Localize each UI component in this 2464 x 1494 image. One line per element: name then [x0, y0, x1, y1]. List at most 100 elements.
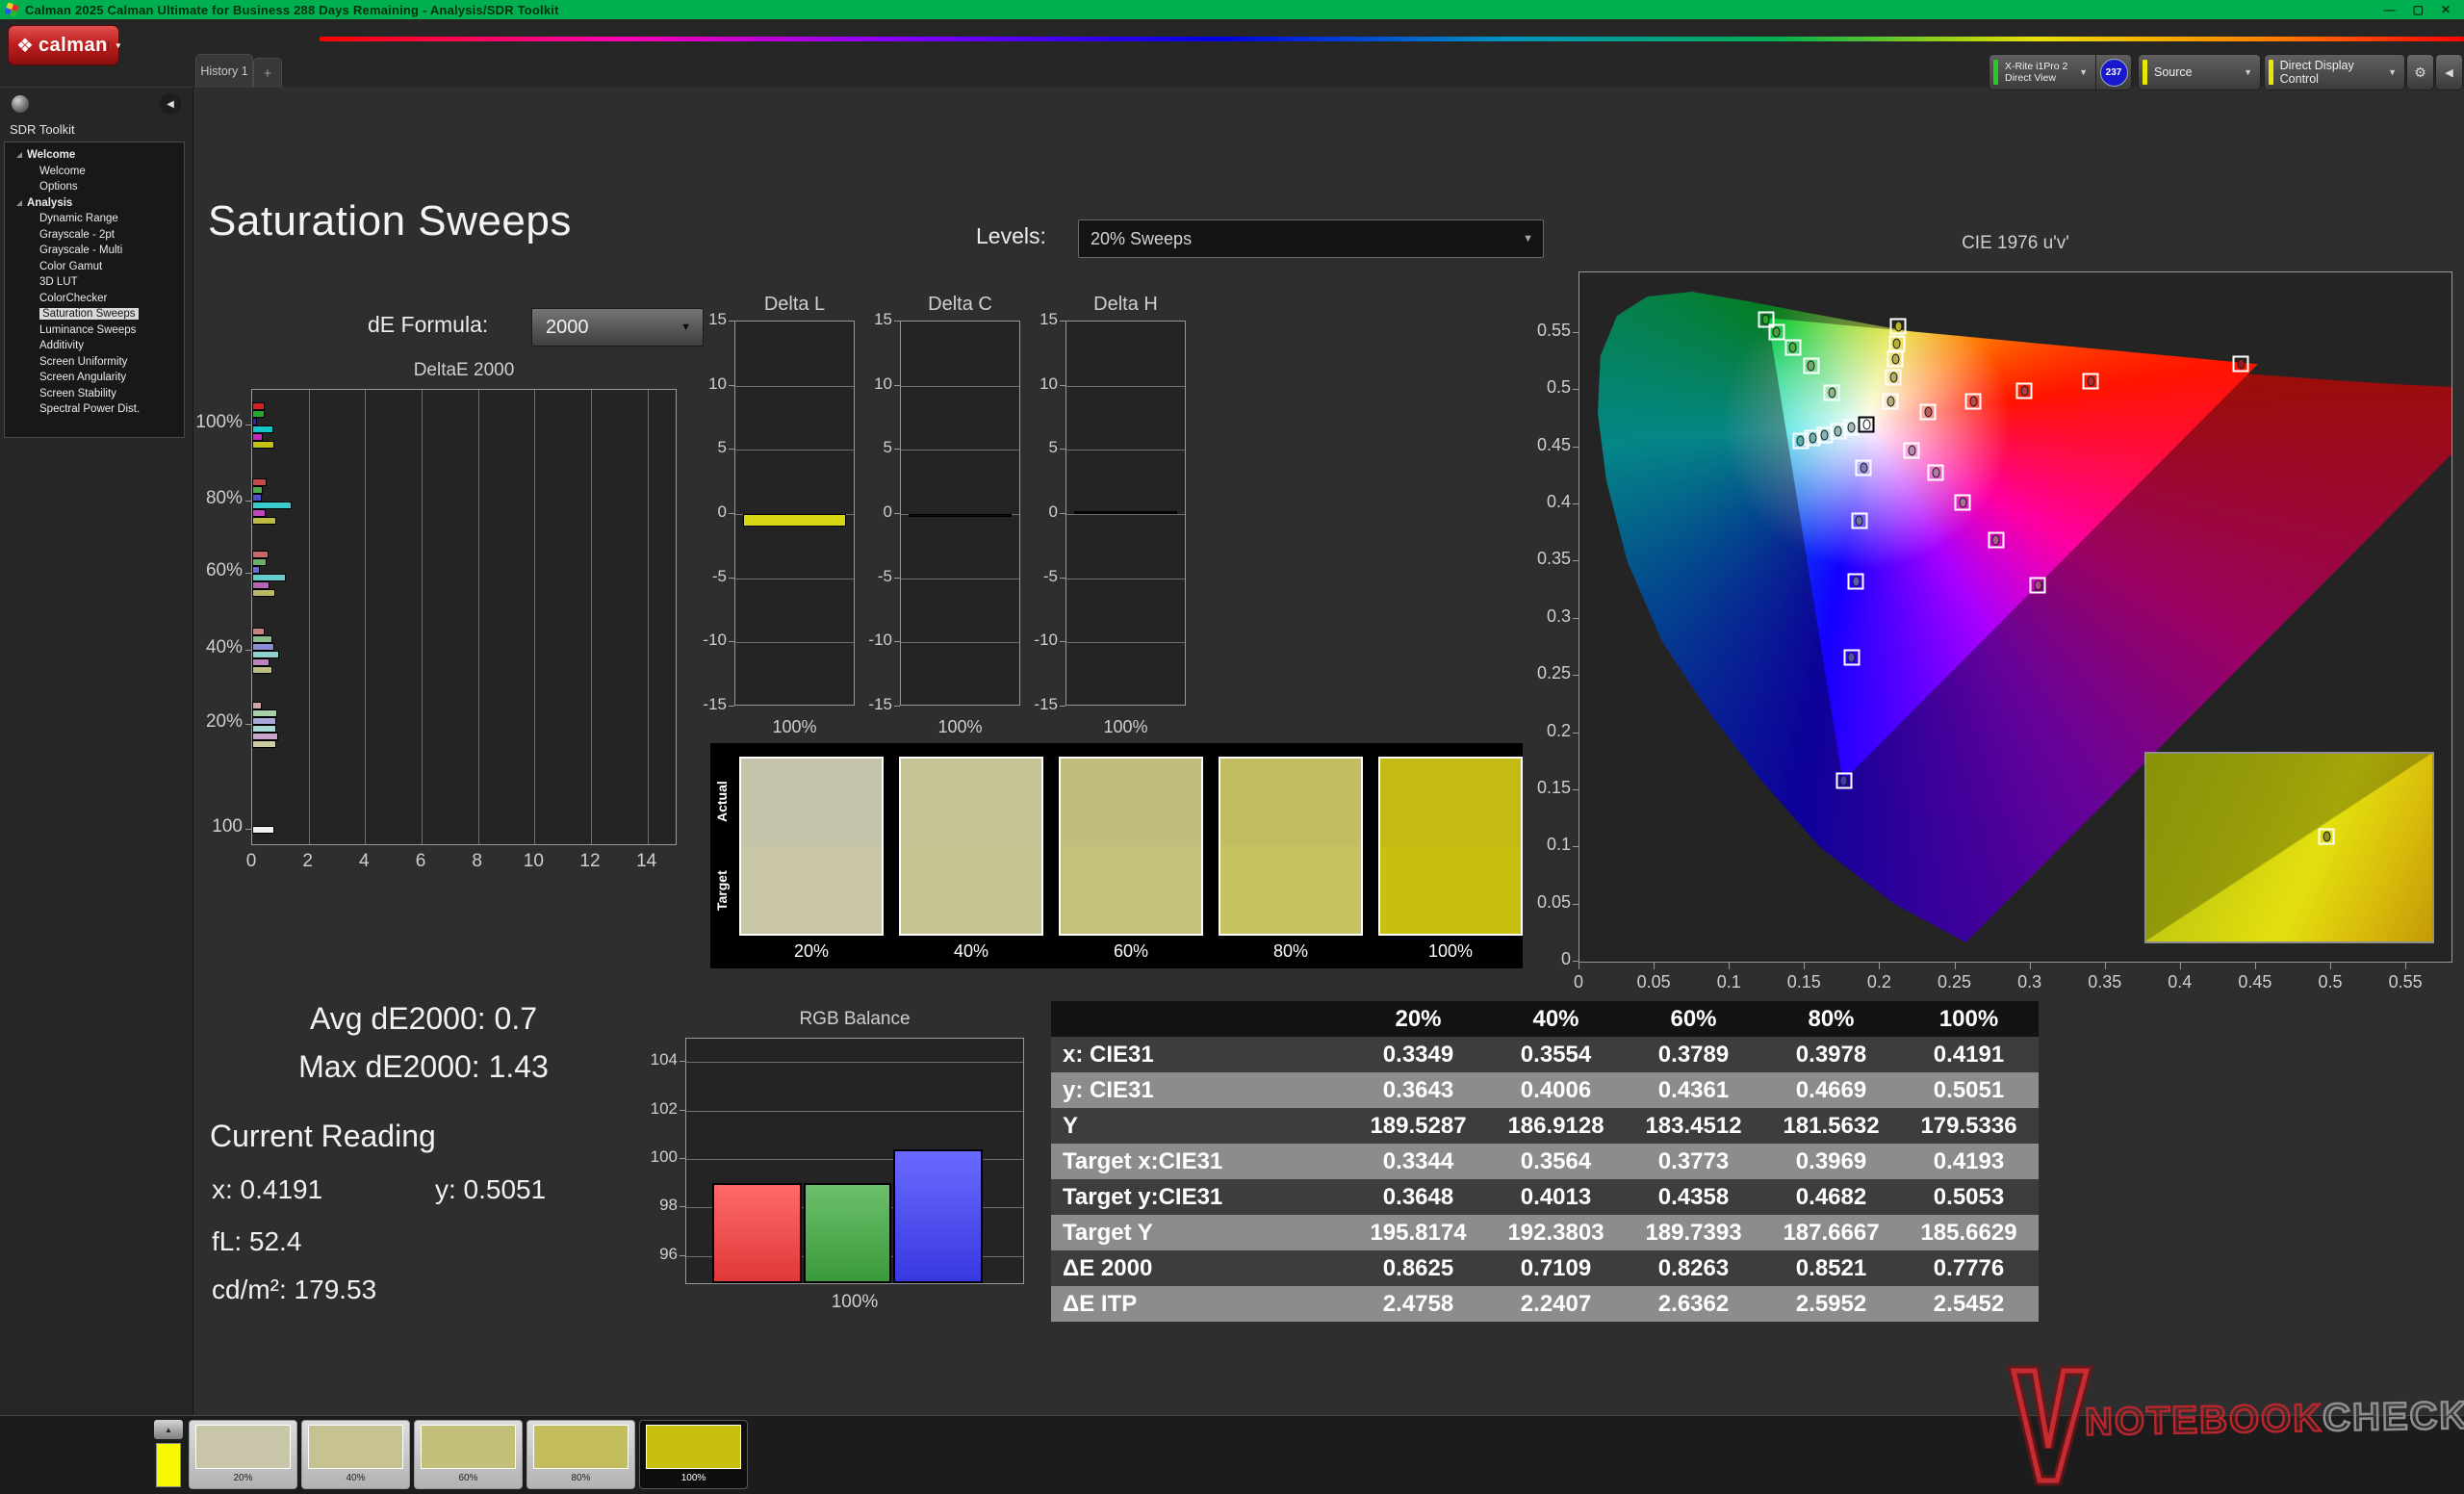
table-column-header: 100% [1900, 1006, 2038, 1033]
sidebar-item-saturation-sweeps[interactable]: Saturation Sweeps [5, 306, 184, 322]
sidebar-item-3d-lut[interactable]: 3D LUT [5, 274, 184, 291]
thumbnail-20%[interactable]: 20% [189, 1420, 297, 1489]
deltae-bar-100 [252, 826, 274, 834]
gridline [591, 390, 592, 844]
y-tick-label: 0.5 [1515, 377, 1571, 398]
swatch-actual [1220, 759, 1361, 846]
cie-marker-dot [1893, 338, 1901, 348]
meter-selector-button[interactable]: X-Rite i1Pro 2 Direct View ▼ [1989, 54, 2096, 90]
cie-marker-dot [1808, 361, 1815, 372]
source-label: Source [2154, 65, 2193, 79]
sidebar-item-screen-stability[interactable]: Screen Stability [5, 386, 184, 402]
table-cell: 0.3564 [1487, 1148, 1625, 1175]
source-selector-button[interactable]: Source ▼ [2138, 54, 2261, 90]
x-tick-mark [1879, 963, 1880, 969]
cie-marker [1848, 573, 1864, 589]
actual-row-label: Actual [714, 757, 732, 846]
table-cell: 0.3643 [1349, 1077, 1487, 1104]
deltae-bar-20% [252, 740, 276, 748]
cie-marker-dot [1821, 429, 1829, 440]
deltae-bar-80% [252, 478, 267, 486]
levels-dropdown[interactable]: 20% Sweeps ▼ [1078, 219, 1544, 258]
table-cell: 2.4758 [1349, 1291, 1487, 1318]
cie-marker-dot [1773, 326, 1781, 337]
levels-value: 20% Sweeps [1091, 229, 1192, 249]
gridline [735, 579, 854, 580]
sidebar-item-label: Analysis [27, 197, 72, 209]
cie-marker-dot [1852, 576, 1860, 586]
sidebar-item-grayscale-multi[interactable]: Grayscale - Multi [5, 243, 184, 259]
y-tick-mark [1573, 332, 1578, 333]
close-button[interactable]: ✕ [2441, 3, 2451, 16]
sidebar-item-dynamic-range[interactable]: Dynamic Range [5, 211, 184, 227]
deltae-bar-40% [252, 666, 272, 674]
thumbnail-60%[interactable]: 60% [414, 1420, 523, 1489]
settings-button[interactable]: ⚙ [2406, 54, 2434, 90]
sidebar-item-colorchecker[interactable]: ColorChecker [5, 291, 184, 307]
cie-marker-dot [2034, 580, 2041, 591]
cie-marker-dot [1862, 419, 1870, 429]
sidebar-item-luminance-sweeps[interactable]: Luminance Sweeps [5, 322, 184, 339]
sidebar-item-label: Screen Uniformity [39, 356, 127, 368]
cie-marker [1835, 773, 1852, 789]
cie-marker-dot [2237, 358, 2245, 369]
y-tick-label: -10 [684, 631, 727, 650]
chevron-left-icon: ◀ [167, 99, 174, 110]
sidebar-item-screen-angularity[interactable]: Screen Angularity [5, 370, 184, 386]
sidebar-item-label: Welcome [39, 166, 86, 177]
sidebar-item-welcome[interactable]: Welcome [5, 164, 184, 180]
cie-marker-dot [2020, 386, 2028, 397]
table-column-header: 40% [1487, 1006, 1625, 1033]
x-tick-mark [2330, 963, 2331, 969]
deltae-bar-100% [252, 410, 265, 418]
y-tick-label: 0.1 [1515, 835, 1571, 855]
collapse-panel-button[interactable]: ◀ [2435, 54, 2463, 90]
sidebar-item-color-gamut[interactable]: Color Gamut [5, 259, 184, 275]
sidebar-collapse-button[interactable]: ◀ [160, 93, 181, 115]
sidebar-pin-button[interactable] [12, 95, 29, 113]
table-cell: 0.4193 [1900, 1148, 2038, 1175]
sidebar-item-screen-uniformity[interactable]: Screen Uniformity [5, 354, 184, 371]
y-tick-label: 10 [684, 374, 727, 394]
display-control-button[interactable]: Direct Display Control ▼ [2264, 54, 2405, 90]
meter-badge-box[interactable]: 237 [2095, 54, 2132, 90]
y-tick-label: 102 [631, 1099, 678, 1119]
sidebar-item-options[interactable]: Options [5, 179, 184, 195]
sidebar-item-label: Color Gamut [39, 261, 102, 272]
cie-chart-title: CIE 1976 u'v' [1578, 233, 2452, 254]
table-cell: 0.3344 [1349, 1148, 1487, 1175]
thumbnail-swatch [646, 1425, 741, 1469]
table-row: Target x:CIE310.33440.35640.37730.39690.… [1051, 1144, 2039, 1179]
sidebar-item-additivity[interactable]: Additivity [5, 338, 184, 354]
sidebar-item-welcome[interactable]: Welcome [5, 147, 184, 164]
y-tick-mark [245, 573, 251, 574]
y-tick-label: 0.45 [1515, 435, 1571, 455]
chevron-down-icon: ▼ [2079, 67, 2088, 77]
thumbnail-40%[interactable]: 40% [301, 1420, 410, 1489]
sidebar-item-analysis[interactable]: Analysis [5, 195, 184, 212]
table-cell: 0.4013 [1487, 1184, 1625, 1211]
max-de2000-value: Max dE2000: 1.43 [231, 1049, 616, 1085]
add-tab-button[interactable]: + [253, 58, 282, 88]
sidebar-item-spectral-power-dist-[interactable]: Spectral Power Dist. [5, 401, 184, 418]
calman-menu-button[interactable]: ❖ calman ▼ [8, 25, 119, 65]
swatch-target [741, 846, 882, 934]
de-formula-dropdown[interactable]: 2000 ▼ [531, 308, 704, 347]
y-tick-mark [729, 385, 734, 386]
thumbnail-100%[interactable]: 100% [639, 1420, 748, 1489]
tab-history-1[interactable]: History 1 [195, 54, 253, 88]
cie-marker-dot [1924, 406, 1932, 417]
y-tick-label: 10 [1015, 374, 1058, 394]
thumbnail-label: 100% [640, 1473, 747, 1483]
table-cell: 0.5053 [1900, 1184, 2038, 1211]
thumbnail-80%[interactable]: 80% [526, 1420, 635, 1489]
sidebar-item-grayscale-2pt[interactable]: Grayscale - 2pt [5, 227, 184, 244]
current-reading-heading: Current Reading [210, 1119, 436, 1154]
display-control-label: Direct Display Control [2280, 59, 2388, 86]
minimize-button[interactable]: — [2384, 3, 2396, 16]
chevron-down-icon: ▼ [2388, 67, 2397, 77]
maximize-button[interactable]: ▢ [2413, 3, 2424, 16]
window-title: Calman 2025 Calman Ultimate for Business… [25, 3, 559, 17]
cie-marker-dot [1856, 515, 1863, 526]
scroll-up-button[interactable]: ▲ [154, 1420, 183, 1439]
